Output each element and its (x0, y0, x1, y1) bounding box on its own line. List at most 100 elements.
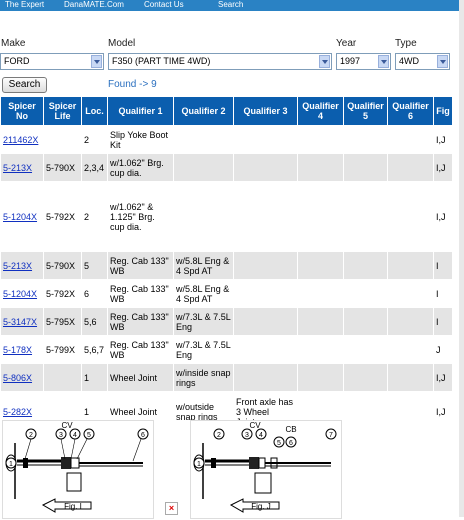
col-header-spicer-no[interactable]: Spicer No (0, 96, 44, 126)
qualifier-1-cell: Reg. Cab 133" WB (107, 251, 174, 280)
cv-label: CV (249, 421, 261, 430)
qualifier-3-cell (233, 153, 298, 182)
callout-label: 6 (141, 432, 145, 439)
model-select-value: F350 (PART TIME 4WD) (112, 56, 211, 66)
make-select-value: FORD (4, 56, 30, 66)
qualifier-4-cell (297, 279, 344, 308)
col-header-loc[interactable]: Loc. (81, 96, 108, 126)
loc-cell: 2,3,4 (81, 153, 108, 182)
callout-label: 7 (329, 432, 333, 439)
qualifier-5-cell (343, 181, 388, 252)
chevron-down-icon[interactable] (437, 55, 448, 68)
spicer-no-link[interactable]: 5-1204X (0, 279, 44, 308)
callout-label: 1 (197, 461, 201, 468)
nav-link-the-expert[interactable]: The Expert (5, 0, 44, 10)
qualifier-4-cell (297, 153, 344, 182)
callout-label: 3 (245, 432, 249, 439)
qualifier-2-cell: w/5.8L Eng & 4 Spd AT (173, 279, 234, 308)
qualifier-6-cell (387, 279, 434, 308)
qualifier-6-cell (387, 307, 434, 336)
make-label: Make (1, 38, 26, 49)
type-select[interactable]: 4WD (395, 53, 450, 70)
year-label: Year (336, 38, 357, 49)
fig-cell: I,J (433, 181, 453, 252)
callout-label: 1 (9, 461, 13, 468)
fig-cell: I,J (433, 153, 453, 182)
qualifier-3-cell (233, 125, 298, 154)
qualifier-5-cell (343, 391, 388, 432)
col-header-qualifier-2[interactable]: Qualifier 2 (173, 96, 234, 126)
qualifier-1-cell: Reg. Cab 133" WB (107, 307, 174, 336)
cb-label: CB (285, 425, 296, 434)
chevron-down-icon[interactable] (319, 55, 330, 68)
chevron-down-icon[interactable] (378, 55, 389, 68)
qualifier-1-cell: Reg. Cab 133" WB (107, 335, 174, 364)
col-header-qualifier-4[interactable]: Qualifier 4 (297, 96, 344, 126)
model-label: Model (108, 38, 136, 49)
table-row: 5-806X 1 Wheel Joint w/inside snap rings… (0, 363, 453, 392)
spicer-no-link[interactable]: 5-213X (0, 251, 44, 280)
spicer-no-link[interactable]: 211462X (0, 125, 44, 154)
qualifier-4-cell (297, 307, 344, 336)
driveline-diagram-j: 1 2 3 4 5 6 7 CV CB Fig. J (193, 421, 337, 513)
fig-cell: I (433, 307, 453, 336)
qualifier-3-cell (233, 279, 298, 308)
qualifier-4-cell (297, 125, 344, 154)
spicer-no-link[interactable]: 5-806X (0, 363, 44, 392)
callout-label: 4 (73, 432, 77, 439)
table-header-row: Spicer No Spicer Life Loc. Qualifier 1 Q… (0, 96, 453, 126)
fig-cell: I (433, 279, 453, 308)
spicer-no-link[interactable]: 5-1204X (0, 181, 44, 252)
year-select-value: 1997 (340, 56, 361, 66)
qualifier-5-cell (343, 251, 388, 280)
year-select[interactable]: 1997 (336, 53, 391, 70)
col-header-qualifier-5[interactable]: Qualifier 5 (343, 96, 388, 126)
page-scrollbar[interactable] (459, 0, 464, 517)
model-select[interactable]: F350 (PART TIME 4WD) (108, 53, 332, 70)
qualifier-2-cell (173, 181, 234, 252)
chevron-down-icon[interactable] (91, 55, 102, 68)
qualifier-3-cell (233, 363, 298, 392)
loc-cell: 6 (81, 279, 108, 308)
spicer-life-cell: 5-792X (43, 279, 82, 308)
make-select[interactable]: FORD (0, 53, 104, 70)
col-header-qualifier-6[interactable]: Qualifier 6 (387, 96, 434, 126)
qualifier-2-cell: w/7.3L & 7.5L Eng (173, 307, 234, 336)
nav-link-contact-us[interactable]: Contact Us (144, 0, 184, 10)
search-button[interactable]: Search (2, 77, 47, 93)
callout-label: 6 (289, 440, 293, 447)
qualifier-1-cell: w/1.062" Brg. cup dia. (107, 153, 174, 182)
qualifier-1-cell: Reg. Cab 133" WB (107, 279, 174, 308)
qualifier-4-cell (297, 181, 344, 252)
nav-link-search[interactable]: Search (218, 0, 243, 10)
type-label: Type (395, 38, 417, 49)
spicer-no-link[interactable]: 5-3147X (0, 307, 44, 336)
fig-cell: I (433, 251, 453, 280)
spicer-life-cell (43, 125, 82, 154)
col-header-fig[interactable]: Fig (433, 96, 453, 126)
col-header-qualifier-3[interactable]: Qualifier 3 (233, 96, 298, 126)
col-header-qualifier-1[interactable]: Qualifier 1 (107, 96, 174, 126)
qualifier-3-cell (233, 251, 298, 280)
fig-cell: I,J (433, 125, 453, 154)
qualifier-6-cell (387, 181, 434, 252)
spicer-life-cell: 5-790X (43, 251, 82, 280)
cv-label: CV (61, 421, 73, 430)
qualifier-2-cell: w/5.8L Eng & 4 Spd AT (173, 251, 234, 280)
qualifier-2-cell: w/7.3L & 7.5L Eng (173, 335, 234, 364)
qualifier-6-cell (387, 335, 434, 364)
col-header-spicer-life[interactable]: Spicer Life (43, 96, 82, 126)
spicer-no-link[interactable]: 5-213X (0, 153, 44, 182)
table-row: 5-1204X 5-792X 6 Reg. Cab 133" WB w/5.8L… (0, 279, 453, 308)
spicer-no-link[interactable]: 5-178X (0, 335, 44, 364)
spicer-life-cell: 5-795X (43, 307, 82, 336)
figure-caption: Fig. I (64, 502, 82, 511)
qualifier-2-cell (173, 153, 234, 182)
results-count: Found -> 9 (108, 79, 157, 90)
nav-link-danamate[interactable]: DanaMATE.Com (64, 0, 124, 10)
fig-cell: J (433, 335, 453, 364)
qualifier-4-cell (297, 363, 344, 392)
qualifier-6-cell (387, 125, 434, 154)
qualifier-1-cell: Wheel Joint (107, 363, 174, 392)
loc-cell: 5 (81, 251, 108, 280)
